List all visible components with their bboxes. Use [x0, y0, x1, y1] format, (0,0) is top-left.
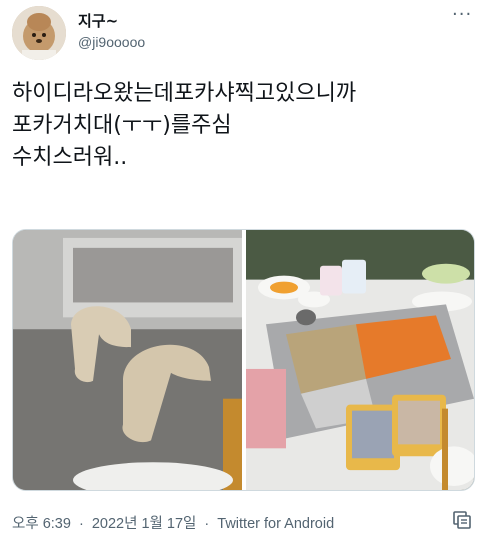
display-name[interactable]: 지구~ [78, 10, 118, 31]
tweet-meta: 오후 6:39 · 2022년 1월 17일 · Twitter for And… [12, 512, 338, 533]
avatar[interactable] [12, 6, 66, 60]
user-handle[interactable]: @ji9ooooo [78, 34, 145, 50]
tweet-source[interactable]: Twitter for Android [217, 516, 334, 532]
photo-hotpot-table[interactable] [246, 230, 474, 490]
tweet-text: 하이디라오왔는데포카샤찍고있으니까 포카거치대(ㅜㅜ)를주심 수치스러워.. [12, 81, 357, 170]
translate-icon[interactable] [452, 510, 472, 530]
tweet-time[interactable]: 오후 6:39 [12, 516, 71, 532]
media-grid [12, 229, 475, 491]
meta-separator: · [78, 516, 84, 532]
more-icon[interactable]: ··· [452, 4, 472, 25]
meta-separator: · [204, 516, 210, 532]
tweet-date[interactable]: 2022년 1월 17일 [92, 516, 197, 532]
photo-phone-stands[interactable] [13, 230, 242, 490]
